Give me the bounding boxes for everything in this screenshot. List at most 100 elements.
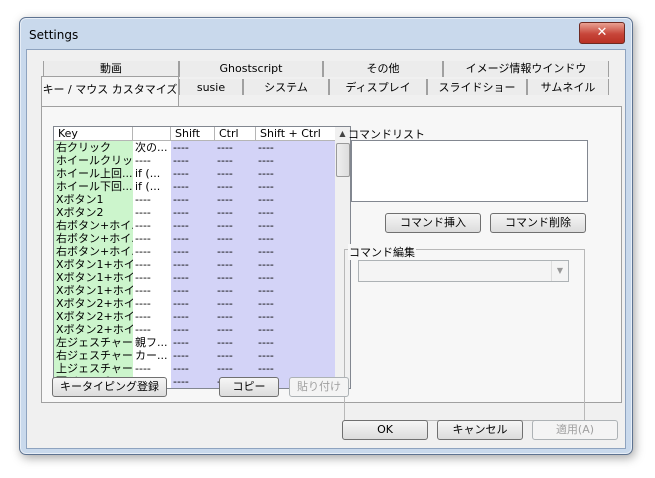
shift-ctrl-cell[interactable]: ---- — [256, 271, 336, 284]
tab-key-mouse-customize[interactable]: キー / マウス カスタマイズ — [41, 76, 179, 107]
shift-cell[interactable]: ---- — [171, 206, 215, 219]
key-cell[interactable]: Xボタン1+ホイ... — [54, 271, 133, 284]
table-row[interactable]: 右クリック 次の... ---- ---- ---- — [54, 141, 336, 154]
table-row[interactable]: 右ボタン+ホイ...---------------- — [54, 219, 336, 232]
command-cell[interactable]: ---- — [133, 310, 171, 323]
command-list-box[interactable] — [351, 140, 588, 202]
close-button[interactable]: ✕ — [579, 22, 625, 44]
key-typing-register-button[interactable]: キータイピング登録 — [52, 377, 167, 397]
key-cell[interactable]: 右クリック — [54, 141, 133, 154]
apply-button[interactable]: 適用(A) — [532, 420, 618, 440]
shift-cell[interactable]: ---- — [171, 219, 215, 232]
table-row[interactable]: ホイールクリック---------------- — [54, 154, 336, 167]
table-row[interactable]: Xボタン1+ホイ...---------------- — [54, 258, 336, 271]
command-cell[interactable]: ---- — [133, 297, 171, 310]
shift-ctrl-cell[interactable]: ---- — [256, 297, 336, 310]
command-cell[interactable]: 次の... — [133, 141, 171, 154]
ctrl-cell[interactable]: ---- — [215, 323, 256, 336]
table-row[interactable]: Xボタン2+ホイ...---------------- — [54, 323, 336, 336]
key-assign-grid[interactable]: Key Shift Ctrl Shift + Ctrl 右クリック 次の... --… — [53, 126, 351, 389]
shift-ctrl-cell[interactable]: ---- — [256, 154, 336, 167]
ctrl-cell[interactable]: ---- — [215, 271, 256, 284]
ctrl-cell[interactable]: ---- — [215, 193, 256, 206]
shift-cell[interactable]: ---- — [171, 297, 215, 310]
shift-cell[interactable]: ---- — [171, 362, 215, 375]
command-cell[interactable]: ---- — [133, 362, 171, 375]
column-header-ctrl[interactable]: Ctrl — [215, 127, 256, 141]
tab-slideshow[interactable]: スライドショー — [427, 79, 527, 95]
table-row[interactable]: 左ジェスチャー 親フ... ---- ---- ---- — [54, 336, 336, 349]
shift-cell[interactable]: ---- — [171, 336, 215, 349]
shift-cell[interactable]: ---- — [171, 245, 215, 258]
ctrl-cell[interactable]: ---- — [215, 219, 256, 232]
tab-ghostscript[interactable]: Ghostscript — [179, 61, 323, 77]
shift-cell[interactable]: ---- — [171, 154, 215, 167]
shift-cell[interactable]: ---- — [171, 141, 215, 154]
ctrl-cell[interactable]: ---- — [215, 336, 256, 349]
ctrl-cell[interactable]: ---- — [215, 284, 256, 297]
tab-image-info-window[interactable]: イメージ情報ウインドウ — [443, 61, 609, 77]
shift-cell[interactable]: ---- — [171, 375, 215, 388]
shift-ctrl-cell[interactable]: ---- — [256, 232, 336, 245]
table-row[interactable]: 右ボタン+ホイ...---------------- — [54, 232, 336, 245]
key-cell[interactable]: Xボタン2+ホイ... — [54, 323, 133, 336]
command-cell[interactable]: if (... — [133, 167, 171, 180]
scroll-thumb[interactable] — [336, 143, 350, 177]
command-cell[interactable]: ---- — [133, 284, 171, 297]
key-cell[interactable]: 右ジェスチャー — [54, 349, 133, 362]
shift-ctrl-cell[interactable]: ---- — [256, 206, 336, 219]
command-cell[interactable]: if (... — [133, 180, 171, 193]
key-cell[interactable]: ホイール上回... — [54, 167, 133, 180]
table-row[interactable]: Xボタン2+ホイ...---------------- — [54, 297, 336, 310]
key-cell[interactable]: 左ジェスチャー — [54, 336, 133, 349]
column-header-shift-ctrl[interactable]: Shift + Ctrl — [256, 127, 336, 141]
shift-cell[interactable]: ---- — [171, 258, 215, 271]
ctrl-cell[interactable]: ---- — [215, 258, 256, 271]
column-header-key[interactable]: Key — [54, 127, 133, 141]
command-edit-combo[interactable]: ▼ — [358, 260, 569, 282]
key-cell[interactable]: Xボタン1+ホイ... — [54, 258, 133, 271]
ctrl-cell[interactable]: ---- — [215, 167, 256, 180]
ctrl-cell[interactable]: ---- — [215, 141, 256, 154]
shift-cell[interactable]: ---- — [171, 271, 215, 284]
ctrl-cell[interactable]: ---- — [215, 232, 256, 245]
ctrl-cell[interactable]: ---- — [215, 310, 256, 323]
table-row[interactable]: ホイール下回... if (... ---- ---- ---- — [54, 180, 336, 193]
insert-command-button[interactable]: コマンド挿入 — [385, 213, 481, 233]
key-cell[interactable]: 右ボタン+ホイ... — [54, 232, 133, 245]
shift-cell[interactable]: ---- — [171, 232, 215, 245]
delete-command-button[interactable]: コマンド削除 — [490, 213, 586, 233]
command-cell[interactable]: ---- — [133, 206, 171, 219]
tab-thumbnail[interactable]: サムネイル — [527, 79, 609, 95]
shift-ctrl-cell[interactable]: ---- — [256, 284, 336, 297]
command-cell[interactable]: ---- — [133, 271, 171, 284]
paste-button[interactable]: 貼り付け — [289, 377, 349, 397]
copy-button[interactable]: コピー — [219, 377, 279, 397]
command-cell[interactable]: ---- — [133, 193, 171, 206]
shift-ctrl-cell[interactable]: ---- — [256, 141, 336, 154]
ctrl-cell[interactable]: ---- — [215, 297, 256, 310]
shift-ctrl-cell[interactable]: ---- — [256, 245, 336, 258]
tab-susie[interactable]: susie — [179, 79, 243, 95]
key-cell[interactable]: 右ボタン+ホイ... — [54, 245, 133, 258]
table-row[interactable]: 右ボタン+ホイ...---------------- — [54, 245, 336, 258]
ctrl-cell[interactable]: ---- — [215, 154, 256, 167]
key-cell[interactable]: Xボタン1+ホイ... — [54, 284, 133, 297]
shift-ctrl-cell[interactable]: ---- — [256, 258, 336, 271]
shift-cell[interactable]: ---- — [171, 193, 215, 206]
shift-cell[interactable]: ---- — [171, 349, 215, 362]
chevron-down-icon[interactable]: ▼ — [551, 261, 568, 281]
shift-ctrl-cell[interactable]: ---- — [256, 362, 336, 375]
command-cell[interactable]: ---- — [133, 219, 171, 232]
table-row[interactable]: Xボタン1 ---- ---- ---- ---- — [54, 193, 336, 206]
shift-ctrl-cell[interactable]: ---- — [256, 310, 336, 323]
command-cell[interactable]: 親フ... — [133, 336, 171, 349]
key-cell[interactable]: 上ジェスチャー — [54, 362, 133, 375]
table-row[interactable]: 上ジェスチャー ---- ---- ---- ---- — [54, 362, 336, 375]
shift-ctrl-cell[interactable]: ---- — [256, 180, 336, 193]
key-cell[interactable]: ホイールクリック — [54, 154, 133, 167]
column-header-shift[interactable]: Shift — [171, 127, 215, 141]
table-row[interactable]: 右ジェスチャー カー... ---- ---- ---- — [54, 349, 336, 362]
ctrl-cell[interactable]: ---- — [215, 362, 256, 375]
shift-ctrl-cell[interactable]: ---- — [256, 323, 336, 336]
